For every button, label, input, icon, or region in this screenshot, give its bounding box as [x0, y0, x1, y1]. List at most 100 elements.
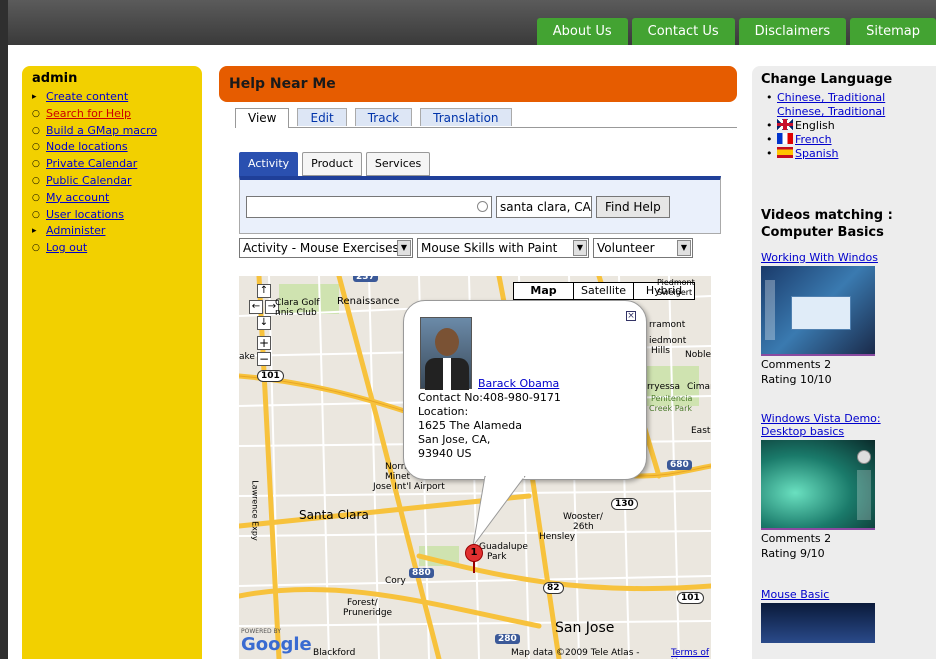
map-type-satellite[interactable]: Satellite [574, 283, 634, 299]
close-icon[interactable]: × [626, 311, 636, 321]
bullet-icon: ○ [32, 192, 40, 203]
map-label: Penitencia [651, 394, 693, 403]
main-content: Help Near Me View Edit Track Translation… [219, 66, 737, 659]
map-label: Wooster/ [563, 512, 603, 522]
video-thumbnail[interactable] [761, 603, 875, 643]
zoom-out-icon[interactable]: − [257, 352, 271, 366]
video-comments: Comments 2 [761, 358, 832, 371]
lang-link[interactable]: Spanish [795, 147, 838, 160]
nav-about-us[interactable]: About Us [536, 18, 628, 45]
language-title: Change Language [761, 72, 893, 87]
map-marker[interactable]: 1 [465, 544, 483, 562]
menu-item-user-locations: ○ User locations [32, 207, 192, 224]
contact-name-link[interactable]: Barack Obama [478, 377, 559, 390]
map-type-map[interactable]: Map [514, 283, 574, 299]
map-label: East [691, 426, 711, 436]
terms-link[interactable]: Terms of Use [671, 648, 711, 659]
nav-disclaimers[interactable]: Disclaimers [738, 18, 847, 45]
tab-activity[interactable]: Activity [239, 152, 299, 176]
skill-select[interactable]: Mouse Skills with Paint ▼ [417, 238, 589, 258]
tab-product[interactable]: Product [302, 152, 362, 176]
marker-stem [473, 561, 475, 573]
highway-shield: 237 [353, 276, 378, 282]
video-title-link[interactable]: Mouse Basic [761, 588, 927, 601]
map-label: Santa Clara [299, 508, 369, 522]
pan-left-icon[interactable]: ← [249, 300, 263, 314]
google-logo: Google [241, 634, 312, 655]
tab-edit[interactable]: Edit [297, 108, 347, 126]
menu-link[interactable]: Create content [46, 90, 128, 103]
right-sidebar: Change Language Chinese, Traditional Chi… [752, 66, 936, 659]
video-thumbnail[interactable] [761, 266, 875, 356]
menu-item-administer: ▸ Administer [32, 223, 192, 240]
find-help-button[interactable]: Find Help [596, 195, 670, 218]
tab-services[interactable]: Services [365, 152, 431, 176]
info-window: × Barack Obama Contact No:408-980-9171 L… [403, 300, 647, 480]
video-comments: Comments 2 [761, 532, 832, 545]
menu-link[interactable]: Build a GMap macro [46, 124, 157, 137]
video-item: Working With Windos Comments 2 Rating 10… [761, 251, 927, 386]
map-label: Jose Int'l Airport [373, 482, 445, 492]
video-item: Mouse Basic [761, 588, 927, 643]
map-label: rryessa [647, 382, 680, 392]
lang-link[interactable]: Chinese, Traditional [777, 91, 885, 104]
nav-contact-us[interactable]: Contact Us [631, 18, 735, 45]
lang-french: French [761, 133, 927, 147]
pan-up-icon[interactable]: ↑ [257, 284, 271, 298]
map-label: Sweigert [657, 288, 693, 297]
pan-down-icon[interactable]: ↓ [257, 316, 271, 330]
map-label: Renaissance [337, 296, 400, 307]
highway-shield: 880 [409, 568, 434, 578]
bullet-icon: ○ [32, 108, 40, 119]
address-line: 1625 The Alameda [418, 419, 522, 432]
chevron-down-icon: ▼ [573, 240, 587, 256]
map-label: Creek Park [649, 404, 693, 413]
chevron-down-icon: ▼ [397, 240, 411, 256]
radio-icon [477, 200, 488, 212]
lang-link[interactable]: French [795, 133, 832, 146]
map-label: San Jose [555, 620, 615, 636]
videos-title: Videos matching : Computer Basics [761, 208, 893, 240]
video-thumbnail[interactable] [761, 440, 875, 530]
bullet-icon: ○ [32, 125, 40, 136]
activity-select[interactable]: Activity - Mouse Exercises ▼ [239, 238, 413, 258]
map-label: Pruneridge [343, 608, 393, 618]
menu-item-my-account: ○ My account [32, 190, 192, 207]
location-input[interactable]: santa clara, CA [496, 195, 592, 218]
sidebar-title: admin [32, 71, 78, 86]
map-label: Clara Golf [275, 298, 320, 308]
menu-link[interactable]: Private Calendar [46, 157, 137, 170]
menu-item-public-calendar: ○ Public Calendar [32, 173, 192, 190]
bullet-icon: ○ [32, 159, 40, 170]
select-value: Activity - Mouse Exercises [243, 241, 399, 255]
menu-link[interactable]: User locations [46, 208, 124, 221]
search-input[interactable] [246, 195, 492, 218]
video-item: Windows Vista Demo: Desktop basics Comme… [761, 412, 927, 560]
menu-link[interactable]: Node locations [46, 140, 128, 153]
video-title-link[interactable]: Working With Windos [761, 251, 927, 264]
tab-track[interactable]: Track [354, 108, 413, 126]
menu-item-search-for-help: ○ Search for Help [32, 106, 192, 123]
role-select[interactable]: Volunteer ▼ [593, 238, 693, 258]
address-line: San Jose, CA, [418, 433, 491, 446]
tab-translation[interactable]: Translation [420, 108, 512, 126]
map-label: Piedmont [657, 278, 695, 287]
zoom-in-icon[interactable]: + [257, 336, 271, 350]
top-nav: About Us Contact Us Disclaimers Sitemap [536, 18, 936, 45]
menu-link[interactable]: Search for Help [46, 107, 131, 120]
tab-view[interactable]: View [235, 108, 290, 128]
google-map[interactable]: Map Satellite Hybrid ↑ ← → ↓ + − Renaiss… [239, 276, 711, 659]
select-value: Volunteer [597, 241, 655, 255]
lang-link[interactable]: Chinese, Traditional [777, 105, 885, 118]
nav-sitemap[interactable]: Sitemap [850, 18, 936, 45]
map-label: Blackford [313, 648, 356, 658]
video-title-link[interactable]: Windows Vista Demo: Desktop basics [761, 412, 927, 438]
select-value: Mouse Skills with Paint [421, 241, 558, 255]
menu-link[interactable]: My account [46, 191, 109, 204]
menu-link[interactable]: Log out [46, 241, 87, 254]
menu-item-build-gmap: ○ Build a GMap macro [32, 123, 192, 140]
video-rating: Rating 10/10 [761, 373, 832, 386]
menu-link[interactable]: Public Calendar [46, 174, 132, 187]
menu-link[interactable]: Administer [46, 224, 105, 237]
expand-arrow-icon: ▸ [32, 92, 37, 102]
